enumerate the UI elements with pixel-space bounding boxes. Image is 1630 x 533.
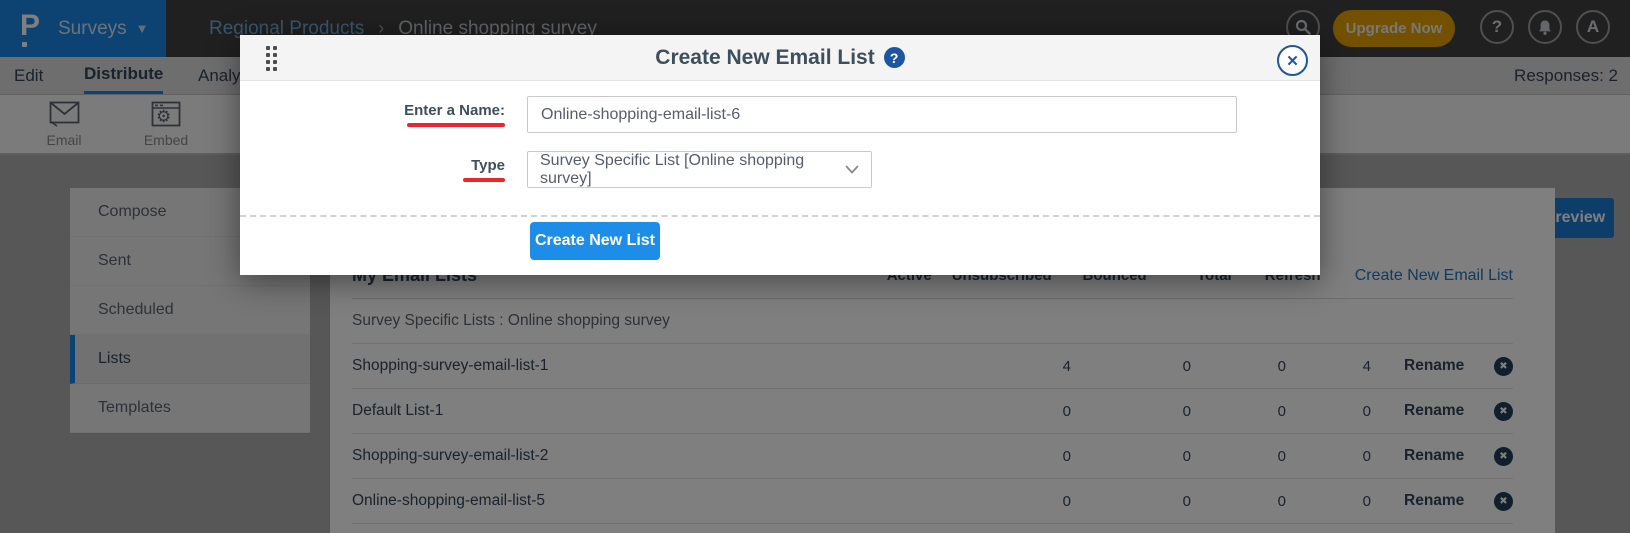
red-annotation-underline — [463, 178, 505, 182]
create-email-list-modal: Create New Email List ? ✕ Enter a Name: … — [240, 35, 1320, 275]
modal-header: Create New Email List ? — [240, 35, 1320, 81]
chevron-down-icon — [845, 165, 859, 174]
question-mark-icon: ? — [890, 50, 899, 66]
create-new-list-button[interactable]: Create New List — [530, 222, 660, 260]
red-annotation-underline — [407, 123, 505, 127]
list-name-input[interactable] — [527, 96, 1237, 133]
modal-close-button[interactable]: ✕ — [1277, 45, 1308, 76]
app-window: P Surveys ▼ Regional Products › Online s… — [0, 0, 1630, 533]
name-field-row: Enter a Name: — [240, 96, 1320, 133]
modal-divider — [240, 215, 1320, 217]
drag-handle[interactable] — [266, 46, 278, 72]
modal-help-button[interactable]: ? — [884, 47, 905, 68]
name-field-label: Enter a Name: — [404, 102, 505, 119]
list-type-selected-value: Survey Specific List [Online shopping su… — [540, 152, 845, 188]
close-icon: ✕ — [1286, 52, 1299, 70]
list-type-select[interactable]: Survey Specific List [Online shopping su… — [527, 151, 872, 188]
modal-title: Create New Email List — [655, 46, 874, 70]
type-field-row: Type Survey Specific List [Online shoppi… — [240, 151, 1320, 188]
type-field-label: Type — [471, 157, 505, 174]
